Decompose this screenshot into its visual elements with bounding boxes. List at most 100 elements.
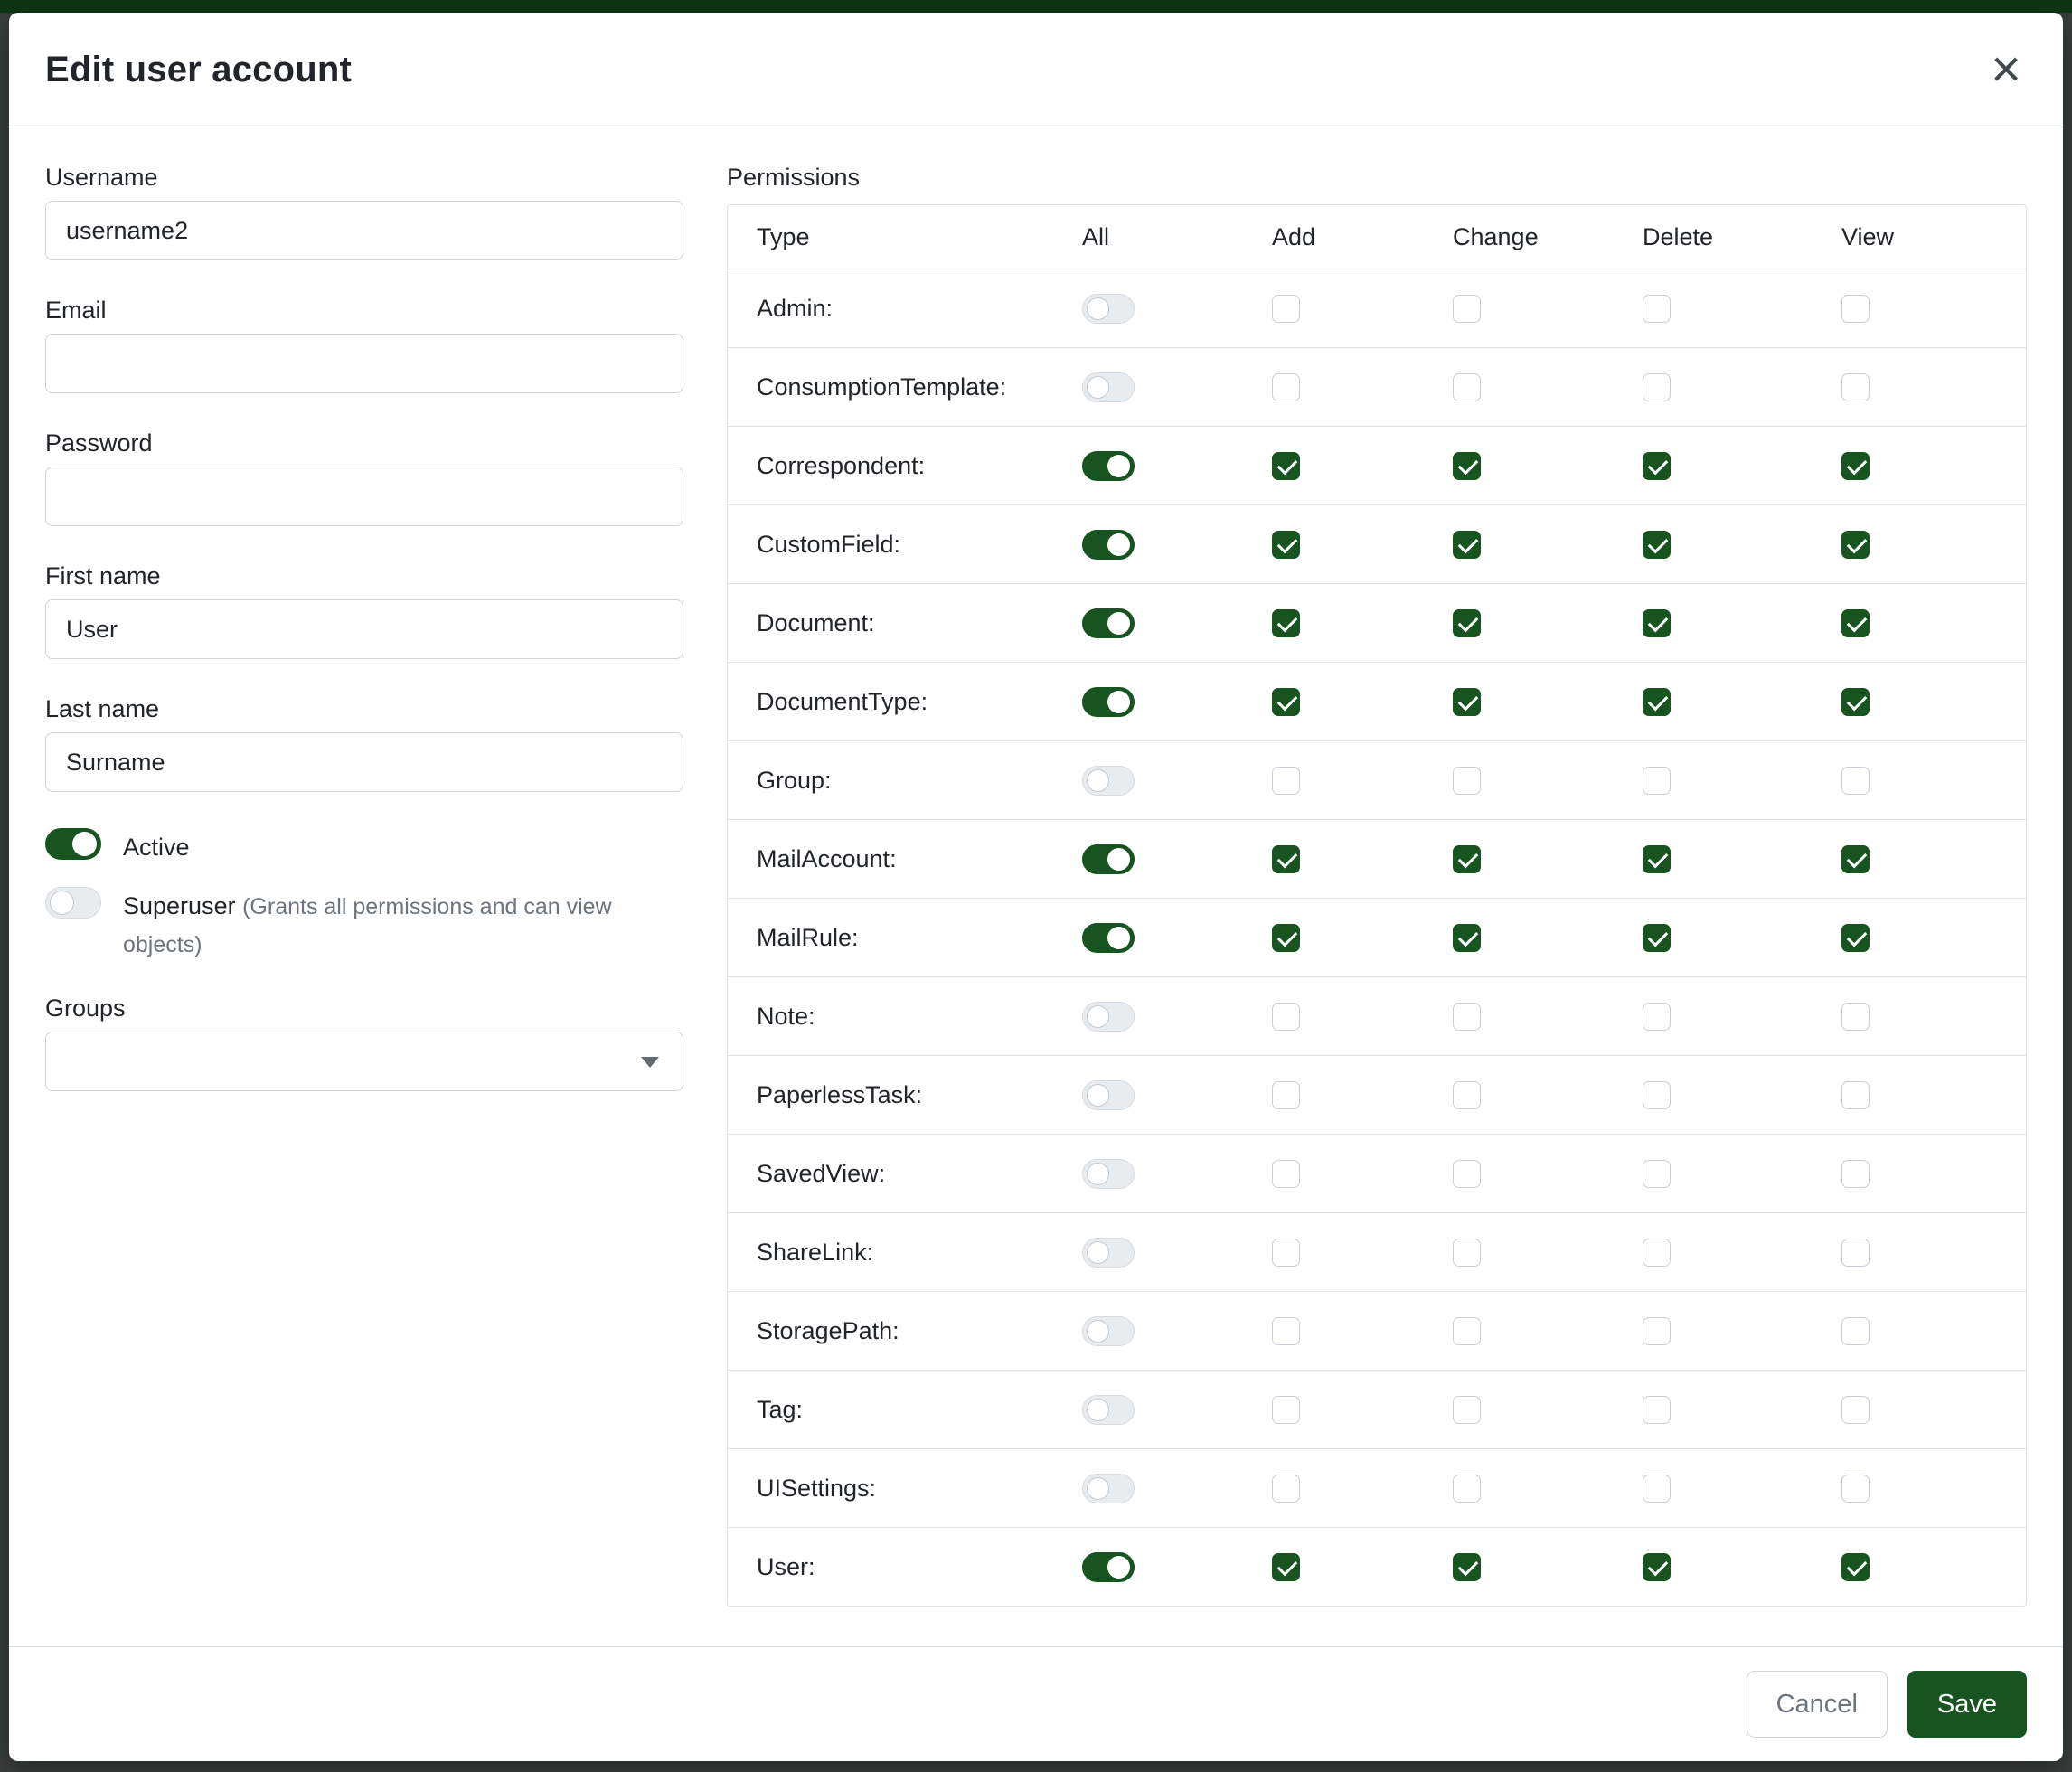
active-toggle[interactable] [45, 828, 101, 860]
permission-all-toggle[interactable] [1082, 923, 1135, 953]
permission-all-toggle[interactable] [1082, 766, 1135, 796]
permission-add-checkbox[interactable] [1272, 1239, 1300, 1267]
permission-view-checkbox[interactable] [1841, 1081, 1870, 1109]
permission-delete-checkbox[interactable] [1643, 1396, 1671, 1424]
permission-all-toggle[interactable] [1082, 530, 1135, 560]
permission-delete-checkbox[interactable] [1643, 924, 1671, 952]
permission-delete-checkbox[interactable] [1643, 1317, 1671, 1345]
superuser-toggle[interactable] [45, 887, 101, 919]
permission-view-checkbox[interactable] [1841, 1003, 1870, 1031]
permission-all-toggle[interactable] [1082, 294, 1135, 324]
permission-change-checkbox[interactable] [1453, 845, 1481, 873]
permission-change-checkbox[interactable] [1453, 1475, 1481, 1503]
permission-view-checkbox[interactable] [1841, 609, 1870, 637]
permission-change-checkbox[interactable] [1453, 1239, 1481, 1267]
permission-delete-checkbox[interactable] [1643, 1553, 1671, 1581]
save-button[interactable]: Save [1907, 1671, 2027, 1738]
permission-delete-checkbox[interactable] [1643, 373, 1671, 401]
permission-all-toggle[interactable] [1082, 451, 1135, 481]
toggle-knob [1107, 455, 1130, 477]
permission-view-checkbox[interactable] [1841, 531, 1870, 559]
permission-delete-checkbox[interactable] [1643, 1160, 1671, 1188]
password-field[interactable] [45, 467, 683, 526]
permission-change-checkbox[interactable] [1453, 924, 1481, 952]
permission-delete-checkbox[interactable] [1643, 1003, 1671, 1031]
permission-add-checkbox[interactable] [1272, 1160, 1300, 1188]
permission-delete-checkbox[interactable] [1643, 767, 1671, 795]
permission-add-checkbox[interactable] [1272, 452, 1300, 480]
permission-add-checkbox[interactable] [1272, 295, 1300, 323]
permission-add-checkbox[interactable] [1272, 609, 1300, 637]
permission-all-toggle[interactable] [1082, 1316, 1135, 1346]
permission-add-checkbox[interactable] [1272, 1081, 1300, 1109]
permission-change-checkbox[interactable] [1453, 1553, 1481, 1581]
permission-all-toggle[interactable] [1082, 687, 1135, 717]
permission-add-checkbox[interactable] [1272, 373, 1300, 401]
permission-delete-checkbox[interactable] [1643, 452, 1671, 480]
permission-delete-checkbox[interactable] [1643, 1239, 1671, 1267]
permission-delete-checkbox[interactable] [1643, 1475, 1671, 1503]
cancel-button[interactable]: Cancel [1747, 1671, 1888, 1738]
permission-view-checkbox[interactable] [1841, 295, 1870, 323]
permission-all-toggle[interactable] [1082, 844, 1135, 874]
permission-row: Document: [728, 583, 2026, 662]
permission-view-checkbox[interactable] [1841, 1475, 1870, 1503]
permission-all-toggle[interactable] [1082, 1552, 1135, 1582]
permission-view-checkbox[interactable] [1841, 845, 1870, 873]
permission-view-checkbox[interactable] [1841, 688, 1870, 716]
permission-all-toggle[interactable] [1082, 1159, 1135, 1189]
close-icon[interactable]: × [1985, 43, 2027, 96]
permission-view-checkbox[interactable] [1841, 1239, 1870, 1267]
permission-delete-checkbox[interactable] [1643, 609, 1671, 637]
permission-all-toggle[interactable] [1082, 608, 1135, 638]
permission-add-checkbox[interactable] [1272, 1003, 1300, 1031]
permission-add-checkbox[interactable] [1272, 924, 1300, 952]
toggle-knob [1107, 1556, 1130, 1579]
permission-view-checkbox[interactable] [1841, 1396, 1870, 1424]
permission-add-checkbox[interactable] [1272, 531, 1300, 559]
permission-view-checkbox[interactable] [1841, 1553, 1870, 1581]
permission-all-toggle[interactable] [1082, 1002, 1135, 1032]
permission-change-checkbox[interactable] [1453, 688, 1481, 716]
permission-change-checkbox[interactable] [1453, 609, 1481, 637]
permission-view-checkbox[interactable] [1841, 1160, 1870, 1188]
permission-all-toggle[interactable] [1082, 1395, 1135, 1425]
groups-select[interactable] [45, 1032, 683, 1091]
permission-delete-checkbox[interactable] [1643, 688, 1671, 716]
permission-change-checkbox[interactable] [1453, 373, 1481, 401]
first-name-group: First name [45, 562, 683, 659]
permission-delete-checkbox[interactable] [1643, 845, 1671, 873]
permission-all-toggle[interactable] [1082, 1474, 1135, 1503]
permission-all-toggle[interactable] [1082, 372, 1135, 402]
permission-view-checkbox[interactable] [1841, 767, 1870, 795]
username-input[interactable] [45, 201, 683, 260]
permission-view-checkbox[interactable] [1841, 452, 1870, 480]
permission-delete-checkbox[interactable] [1643, 531, 1671, 559]
permission-change-checkbox[interactable] [1453, 295, 1481, 323]
permission-change-checkbox[interactable] [1453, 452, 1481, 480]
permission-add-checkbox[interactable] [1272, 688, 1300, 716]
first-name-input[interactable] [45, 599, 683, 659]
permission-change-checkbox[interactable] [1453, 1081, 1481, 1109]
permission-add-checkbox[interactable] [1272, 1553, 1300, 1581]
permission-change-checkbox[interactable] [1453, 1317, 1481, 1345]
permission-change-checkbox[interactable] [1453, 1160, 1481, 1188]
permission-change-checkbox[interactable] [1453, 531, 1481, 559]
permission-view-checkbox[interactable] [1841, 373, 1870, 401]
permission-view-checkbox[interactable] [1841, 1317, 1870, 1345]
permission-delete-checkbox[interactable] [1643, 1081, 1671, 1109]
permission-add-checkbox[interactable] [1272, 767, 1300, 795]
permission-add-checkbox[interactable] [1272, 1396, 1300, 1424]
permission-add-checkbox[interactable] [1272, 1317, 1300, 1345]
permission-all-toggle[interactable] [1082, 1238, 1135, 1268]
permission-add-checkbox[interactable] [1272, 845, 1300, 873]
last-name-input[interactable] [45, 732, 683, 792]
permission-change-checkbox[interactable] [1453, 1396, 1481, 1424]
permission-all-toggle[interactable] [1082, 1080, 1135, 1110]
permission-add-checkbox[interactable] [1272, 1475, 1300, 1503]
permission-delete-checkbox[interactable] [1643, 295, 1671, 323]
permission-view-checkbox[interactable] [1841, 924, 1870, 952]
email-field[interactable] [45, 334, 683, 393]
permission-change-checkbox[interactable] [1453, 767, 1481, 795]
permission-change-checkbox[interactable] [1453, 1003, 1481, 1031]
